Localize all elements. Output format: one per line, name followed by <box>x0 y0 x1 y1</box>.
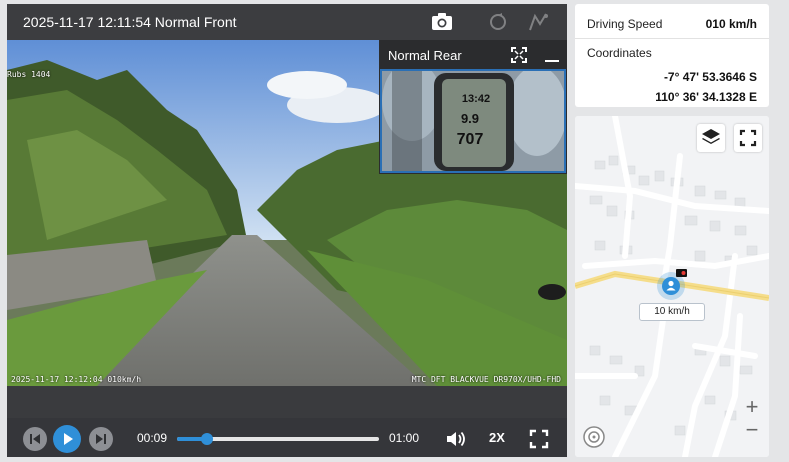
layers-button[interactable] <box>697 124 725 152</box>
compass-icon[interactable] <box>583 426 605 448</box>
info-divider <box>575 38 769 39</box>
rear-header: Normal Rear <box>380 41 566 69</box>
camera-icon[interactable] <box>431 12 453 32</box>
rear-camera-view: 13:42 9.9 707 <box>380 69 566 173</box>
vehicle-marker-icon <box>657 269 687 300</box>
rear-gauge-distance: 707 <box>456 131 484 148</box>
rear-gauge-speed: 9.9 <box>460 111 480 126</box>
map-view[interactable]: 10 km/h + − <box>575 116 769 457</box>
route-icon[interactable] <box>527 12 549 32</box>
rear-gauge-time: 13:42 <box>461 93 491 105</box>
coordinates-label: Coordinates <box>587 46 652 60</box>
playback-speed-button[interactable]: 2X <box>489 430 505 445</box>
next-button[interactable] <box>89 427 113 451</box>
video-header: 2025-11-17 12:11:54 Normal Front <box>7 4 567 40</box>
video-title: 2025-11-17 12:11:54 Normal Front <box>23 14 237 30</box>
rear-title: Normal Rear <box>388 48 462 63</box>
app: 2025-11-17 12:11:54 Normal Front Rubs 14… <box>0 0 789 462</box>
osd-camera-label: Rubs 1404 <box>7 70 51 79</box>
volume-icon[interactable] <box>445 429 467 449</box>
driving-speed-label: Driving Speed <box>587 17 663 31</box>
play-button[interactable] <box>53 425 81 453</box>
seek-bar[interactable] <box>177 433 379 445</box>
osd-device: MTC DFT BLACKVUE DR970X/UHD-FHD <box>411 375 561 384</box>
longitude-value: 110° 36' 34.1328 E <box>655 90 757 104</box>
video-panel: 2025-11-17 12:11:54 Normal Front Rubs 14… <box>7 4 567 457</box>
map-speed-tag: 10 km/h <box>639 303 705 321</box>
prev-button[interactable] <box>23 427 47 451</box>
play-icon <box>64 433 73 445</box>
rear-camera-panel[interactable]: Normal Rear 13:42 9.9 707 <box>379 40 567 174</box>
vehicle-marker[interactable] <box>655 268 689 302</box>
layers-icon <box>702 129 720 144</box>
map-expand-icon <box>739 129 757 147</box>
map-expand-button[interactable] <box>734 124 762 152</box>
total-time: 01:00 <box>389 431 420 445</box>
sync-icon[interactable] <box>487 12 509 32</box>
current-time: 00:09 <box>137 431 168 445</box>
latitude-value: -7° 47' 53.3646 S <box>663 70 757 84</box>
minimize-icon[interactable] <box>544 46 560 64</box>
driving-speed-value: 010 km/h <box>705 17 757 31</box>
expand-icon[interactable] <box>510 46 528 64</box>
fullscreen-icon[interactable] <box>529 429 549 449</box>
playback-controls: 00:09 01:00 2X <box>7 418 567 457</box>
driving-info-card: Driving Speed 010 km/h Coordinates -7° 4… <box>575 4 769 107</box>
prev-icon <box>30 434 40 444</box>
next-icon <box>96 434 106 444</box>
zoom-out-button[interactable]: − <box>740 419 764 443</box>
seek-handle[interactable] <box>201 433 214 445</box>
osd-timestamp: 2025-11-17 12:12:04 010km/h <box>11 375 142 384</box>
